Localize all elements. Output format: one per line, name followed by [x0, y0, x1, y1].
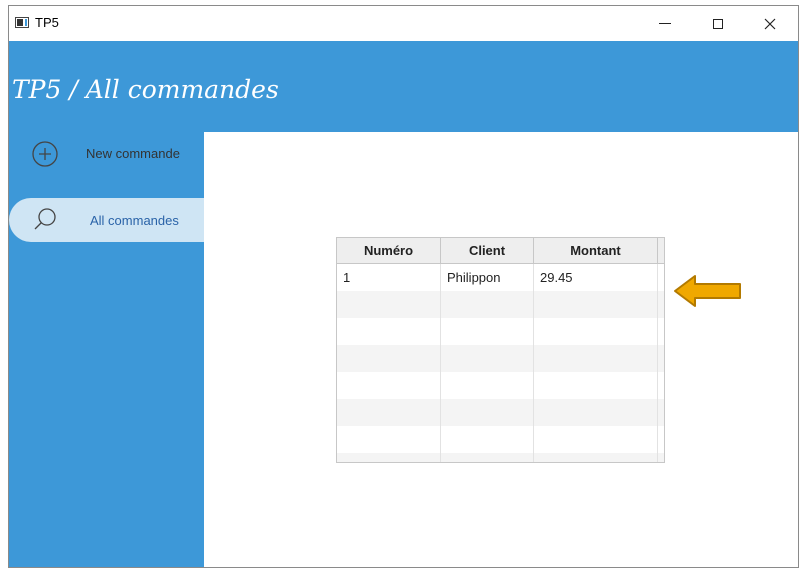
sidebar-item-label: New commande [86, 146, 180, 161]
column-header-montant[interactable]: Montant [534, 238, 658, 263]
table-header: Numéro Client Montant [337, 238, 664, 264]
main-content: Numéro Client Montant 1 Philippon 29.45 [204, 132, 798, 567]
sidebar: New commande All commandes [9, 132, 204, 567]
empty-row [337, 426, 664, 453]
empty-row [337, 345, 664, 372]
column-header-numero[interactable]: Numéro [337, 238, 441, 263]
close-button[interactable] [747, 6, 793, 41]
sidebar-item-label: All commandes [90, 212, 179, 228]
column-header-client[interactable]: Client [441, 238, 534, 263]
app-icon [15, 17, 29, 28]
cell-numero: 1 [337, 264, 441, 291]
cell-montant: 29.45 [534, 264, 658, 291]
page-header: TP5 / All commandes [9, 41, 798, 132]
empty-row [337, 453, 664, 462]
arrow-left-icon [674, 275, 741, 307]
plus-circle-icon [32, 140, 58, 167]
search-icon [34, 208, 56, 230]
minimize-button[interactable] [642, 6, 688, 41]
window-title: TP5 [35, 15, 59, 30]
minimize-icon [659, 23, 671, 24]
app-window: TP5 TP5 / All commandes New commande All… [8, 5, 799, 568]
close-icon [764, 18, 776, 29]
empty-row [337, 291, 664, 318]
maximize-icon [713, 18, 723, 29]
empty-row [337, 372, 664, 399]
table-row[interactable]: 1 Philippon 29.45 [337, 264, 664, 291]
cell-client: Philippon [441, 264, 534, 291]
title-bar: TP5 [9, 6, 798, 41]
commandes-table[interactable]: Numéro Client Montant 1 Philippon 29.45 [336, 237, 665, 463]
page-title: TP5 / All commandes [12, 75, 279, 104]
empty-row [337, 399, 664, 426]
sidebar-item-new-commande[interactable]: New commande [9, 132, 204, 175]
maximize-button[interactable] [695, 6, 741, 41]
empty-row [337, 318, 664, 345]
sidebar-item-all-commandes[interactable]: All commandes [9, 198, 204, 242]
